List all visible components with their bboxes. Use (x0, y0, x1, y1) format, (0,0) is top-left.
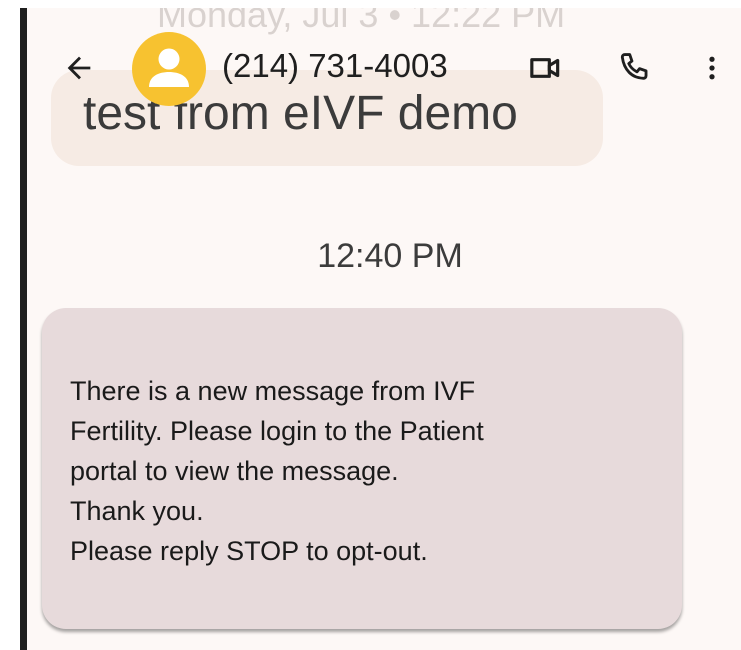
message-line: There is a new message from IVF (70, 376, 476, 406)
message-line: Fertility. Please login to the Patient (70, 416, 484, 446)
videocam-icon (530, 58, 560, 78)
phone-icon (620, 53, 648, 80)
message-line: portal to view the message. (70, 456, 399, 486)
messages-screen: Monday, Jul 3 • 12:22 PM test from eIVF … (27, 8, 741, 650)
message-timestamp: 12:40 PM (317, 237, 463, 275)
voice-call-button[interactable] (610, 44, 658, 92)
more-options-button[interactable] (688, 44, 736, 92)
more-vert-icon (709, 56, 715, 80)
contact-name[interactable]: (214) 731-4003 (222, 46, 448, 86)
message-body: There is a new message from IVF Fertilit… (70, 371, 670, 571)
arrow-back-icon (67, 56, 91, 80)
incoming-message-bubble[interactable]: There is a new message from IVF Fertilit… (42, 308, 682, 629)
screenshot-frame: Monday, Jul 3 • 12:22 PM test from eIVF … (0, 0, 741, 650)
left-edge-divider (20, 8, 27, 650)
message-line: Thank you. (70, 496, 204, 526)
conversation-app-bar: (214) 731-4003 (27, 30, 741, 108)
back-button[interactable] (55, 44, 103, 92)
message-line: Please reply STOP to opt-out. (70, 536, 428, 566)
person-icon (149, 48, 189, 87)
video-call-button[interactable] (522, 44, 570, 92)
contact-avatar[interactable] (132, 32, 206, 106)
